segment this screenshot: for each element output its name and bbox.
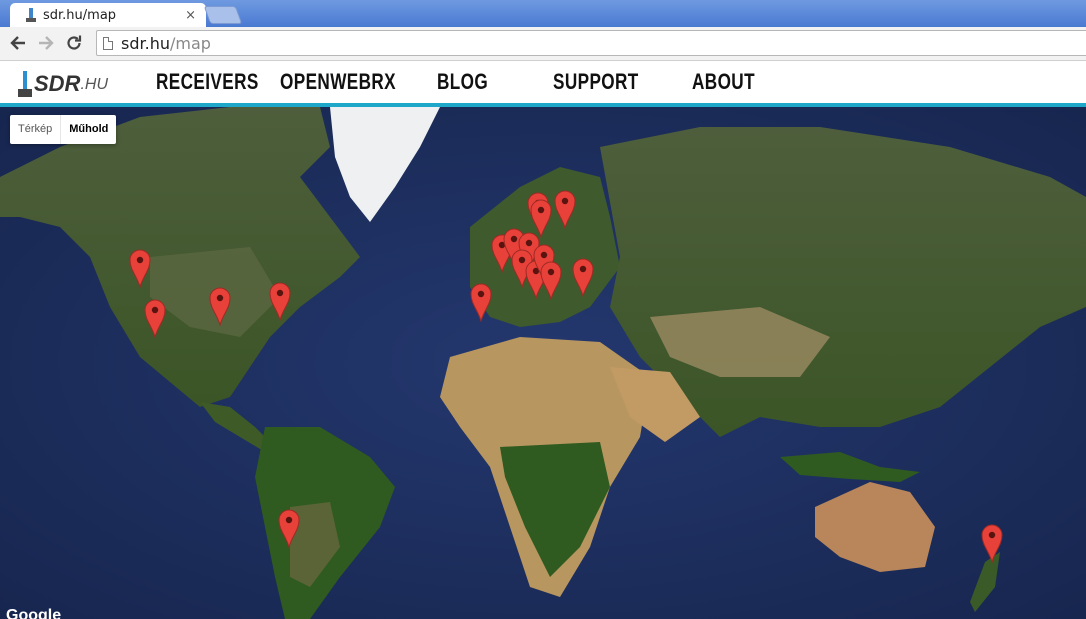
- tab-title: sdr.hu/map: [43, 7, 117, 23]
- sdr-favicon-icon: [26, 8, 36, 22]
- forward-arrow-icon: [39, 36, 54, 50]
- map-type-satellite-button[interactable]: Műhold: [61, 115, 116, 144]
- map-pin-icon: [129, 249, 151, 288]
- browser-toolbar: sdr.hu/map: [0, 27, 1086, 61]
- map-pin-icon: [144, 299, 166, 338]
- google-attribution: Google: [6, 607, 62, 619]
- map-pin-icon: [278, 509, 300, 548]
- nav-blog[interactable]: BLOG: [437, 69, 488, 95]
- map-pin-icon: [470, 283, 492, 322]
- nav-about[interactable]: ABOUT: [692, 69, 755, 95]
- receiver-marker[interactable]: [269, 281, 291, 321]
- map-pin-icon: [209, 287, 231, 326]
- satellite-world-map: [0, 107, 1086, 619]
- url-host: sdr.hu: [121, 33, 170, 53]
- map-pin-icon: [530, 199, 552, 238]
- receiver-marker[interactable]: [981, 523, 1003, 563]
- map-type-map-button[interactable]: Térkép: [10, 115, 62, 144]
- receiver-marker[interactable]: [144, 298, 166, 338]
- receiver-marker[interactable]: [530, 198, 552, 238]
- map-type-control: Térkép Műhold: [10, 115, 117, 144]
- back-button[interactable]: [6, 30, 30, 56]
- map-pin-icon: [981, 524, 1003, 563]
- browser-tab[interactable]: sdr.hu/map ×: [10, 3, 206, 27]
- reload-button[interactable]: [62, 30, 86, 56]
- logo-text: SDR: [34, 71, 81, 96]
- sdr-hu-logo[interactable]: SDR .HU: [18, 69, 108, 97]
- receiver-marker[interactable]: [554, 189, 576, 229]
- new-tab-button[interactable]: [203, 6, 243, 24]
- address-bar[interactable]: sdr.hu/map: [96, 30, 1086, 56]
- back-arrow-icon: [10, 36, 25, 50]
- nav-support[interactable]: SUPPORT: [553, 69, 639, 95]
- map-pin-icon: [269, 282, 291, 321]
- site-header: SDR .HU RECEIVERS OPENWEBRX BLOG SUPPORT …: [0, 62, 1086, 107]
- receiver-marker[interactable]: [278, 508, 300, 548]
- receiver-marker[interactable]: [129, 248, 151, 288]
- map-pin-icon: [554, 190, 576, 229]
- receiver-marker[interactable]: [470, 282, 492, 322]
- close-tab-icon[interactable]: ×: [185, 8, 196, 23]
- forward-button[interactable]: [34, 30, 58, 56]
- antenna-tower-icon: [18, 71, 32, 97]
- nav-openwebrx[interactable]: OPENWEBRX: [280, 69, 396, 95]
- receiver-marker[interactable]: [209, 286, 231, 326]
- reload-icon: [67, 35, 82, 50]
- map-pin-icon: [540, 261, 562, 300]
- map-pin-icon: [572, 258, 594, 297]
- url-path: /map: [169, 33, 211, 53]
- page-icon: [103, 36, 113, 50]
- receiver-map[interactable]: Térkép Műhold Google: [0, 107, 1086, 619]
- nav-receivers[interactable]: RECEIVERS: [156, 69, 259, 95]
- logo-suffix: .HU: [80, 76, 109, 93]
- receiver-marker[interactable]: [540, 260, 562, 300]
- browser-tab-strip: sdr.hu/map ×: [0, 0, 1086, 27]
- receiver-marker[interactable]: [572, 257, 594, 297]
